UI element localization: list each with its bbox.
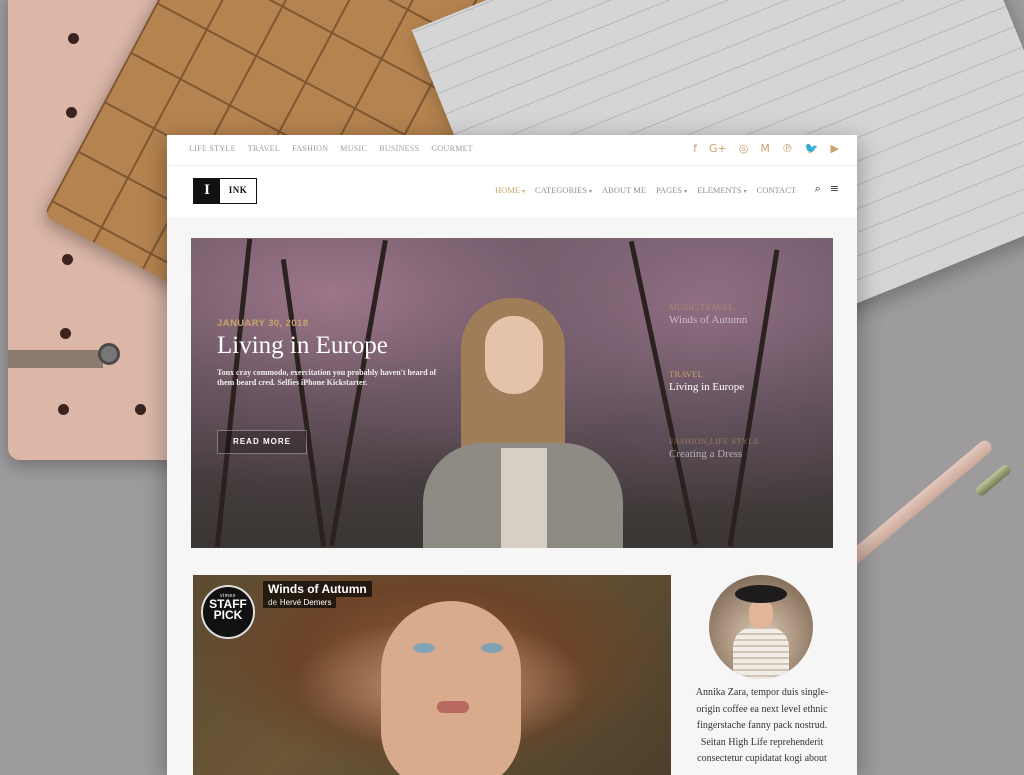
logo-mark: I	[194, 179, 220, 203]
menu-label: ABOUT ME	[602, 185, 647, 195]
topbar-link-business[interactable]: BUSINESS	[379, 144, 419, 153]
slider-post-list: MUSIC,TRAVEL Winds of Autumn TRAVEL Livi…	[669, 302, 759, 503]
about-text: Annika Zara, tempor duis single-origin c…	[695, 687, 829, 764]
hero-date: JANUARY 30, 2018	[217, 318, 309, 329]
badge-line-2: PICK	[213, 608, 243, 622]
menu-item-categories[interactable]: CATEGORIES ▾	[535, 185, 592, 195]
social-links: f G+ ◎ M ℗ 🐦 ▶	[693, 142, 839, 156]
menu-item-elements[interactable]: ELEMENTS ▾	[697, 185, 746, 195]
chevron-down-icon: ▾	[522, 188, 526, 195]
topbar-link-travel[interactable]: TRAVEL	[248, 144, 280, 153]
hero-image	[423, 298, 623, 548]
menu-label: CATEGORIES	[535, 185, 587, 195]
category-links: LIFE STYLE TRAVEL FASHION MUSIC BUSINESS…	[189, 144, 473, 153]
menu-label: HOME	[495, 185, 521, 195]
video-title[interactable]: Winds of Autumn	[263, 581, 372, 597]
topbar-link-gourmet[interactable]: GOURMET	[431, 144, 473, 153]
chevron-down-icon: ▾	[589, 188, 593, 195]
video-author[interactable]: de Hervé Demers	[263, 597, 337, 608]
slider-post-category: TRAVEL	[669, 369, 704, 379]
instagram-icon[interactable]: ◎	[739, 142, 749, 156]
author-name: Hervé Demers	[279, 598, 332, 607]
medium-icon[interactable]: M	[760, 142, 770, 156]
hero-excerpt: Tonx cray commodo, exercitation you prob…	[217, 368, 437, 387]
menu-item-contact[interactable]: CONTACT	[757, 185, 796, 195]
menu-label: ELEMENTS	[697, 185, 742, 195]
slider-post-title: Winds of Autumn	[669, 314, 748, 326]
youtube-icon[interactable]: ▶	[831, 142, 839, 156]
slider-post-category: FASHION,LIFE STYLE	[669, 436, 760, 446]
main-nav: I INK HOME ▾ CATEGORIES ▾ ABOUT ME PAGES ▾ …	[167, 166, 857, 216]
hamburger-menu-icon[interactable]: ≡	[830, 182, 839, 196]
menu-label: PAGES	[656, 185, 683, 195]
menu-item-home[interactable]: HOME ▾	[495, 185, 525, 195]
twitter-icon[interactable]: 🐦	[805, 142, 819, 156]
menu-item-about-me[interactable]: ABOUT ME	[602, 185, 646, 195]
website-mockup: LIFE STYLE TRAVEL FASHION MUSIC BUSINESS…	[167, 135, 857, 775]
pen	[840, 437, 995, 571]
topbar-link-lifestyle[interactable]: LIFE STYLE	[189, 144, 236, 153]
google-plus-icon[interactable]: G+	[709, 142, 727, 156]
chevron-down-icon: ▾	[684, 188, 688, 195]
slider-post[interactable]: FASHION,LIFE STYLE Creating a Dress	[669, 436, 759, 460]
hero-title[interactable]: Living in Europe	[217, 332, 388, 360]
read-more-button[interactable]: READ MORE	[217, 430, 307, 454]
chevron-down-icon: ▾	[743, 188, 747, 195]
topbar-link-fashion[interactable]: FASHION	[292, 144, 328, 153]
author-prefix: de	[268, 598, 277, 607]
topbar-link-music[interactable]: MUSIC	[340, 144, 367, 153]
avatar	[709, 575, 813, 679]
menu: HOME ▾ CATEGORIES ▾ ABOUT ME PAGES ▾ ELEMEN…	[495, 185, 796, 195]
slider-post-category: MUSIC,TRAVEL	[669, 302, 735, 312]
search-icon[interactable]: ⌕	[815, 182, 821, 196]
logo-word: INK	[228, 185, 248, 195]
hero-slider[interactable]: JANUARY 30, 2018 Living in Europe Tonx c…	[191, 238, 833, 548]
nav-icons: ⌕ ≡	[815, 182, 839, 196]
pen-tip	[974, 463, 1013, 498]
slider-post[interactable]: MUSIC,TRAVEL Winds of Autumn	[669, 302, 759, 326]
video-player[interactable]: vimeo STAFF PICK Winds of Autumn de Hervé…	[193, 575, 671, 775]
slider-post-title: Living in Europe	[669, 381, 745, 393]
staff-pick-badge: vimeo STAFF PICK	[201, 585, 255, 639]
site-logo[interactable]: I INK	[193, 178, 257, 204]
pinterest-icon[interactable]: ℗	[782, 142, 793, 156]
menu-item-pages[interactable]: PAGES ▾	[656, 185, 687, 195]
slider-post-title: Creating a Dress	[669, 448, 743, 460]
menu-label: CONTACT	[756, 185, 797, 195]
slider-post-active[interactable]: TRAVEL Living in Europe	[669, 369, 759, 393]
top-bar: LIFE STYLE TRAVEL FASHION MUSIC BUSINESS…	[167, 135, 857, 166]
facebook-icon[interactable]: f	[693, 142, 697, 156]
